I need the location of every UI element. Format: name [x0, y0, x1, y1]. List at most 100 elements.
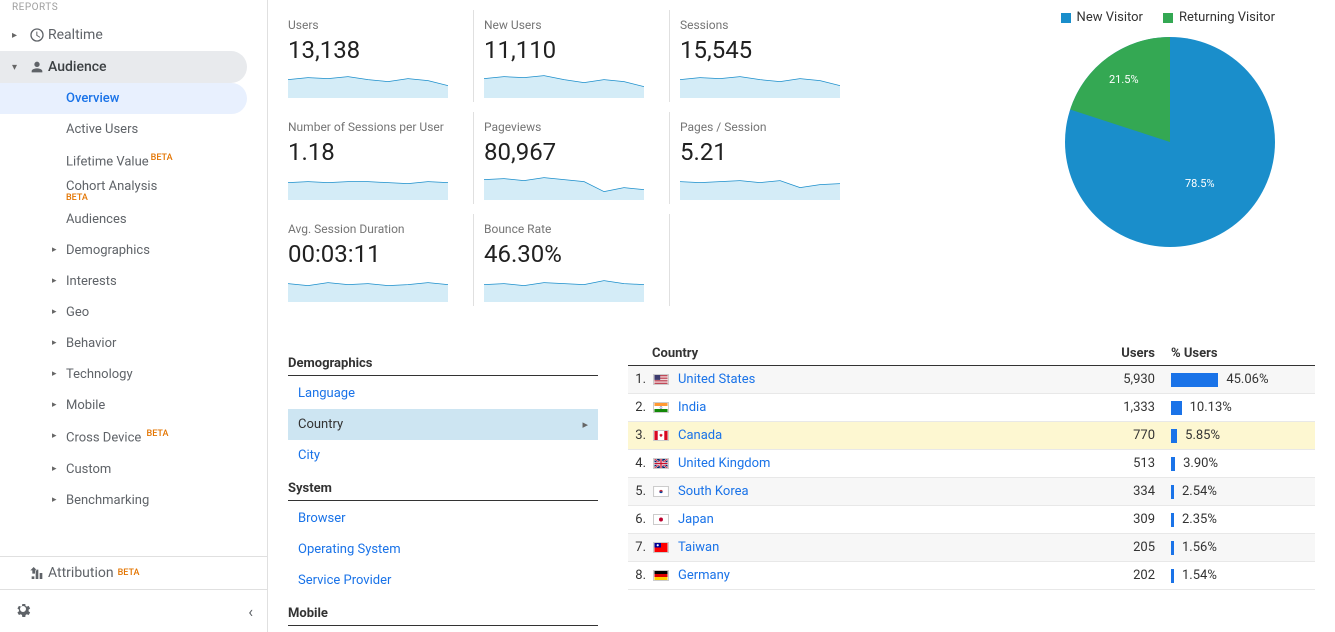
person-icon: [26, 59, 48, 75]
beta-badge: BETA: [151, 153, 173, 163]
pie-legend: New Visitor Returning Visitor: [1061, 10, 1275, 25]
pct-text: 1.54%: [1182, 568, 1217, 583]
mobile-header: Mobile: [288, 606, 598, 626]
users-value: 205: [1075, 540, 1155, 555]
table-row[interactable]: 8.Germany2021.54%: [628, 562, 1315, 590]
subnav-lifetime-value[interactable]: Lifetime ValueBETA: [0, 145, 267, 177]
metric-new-users[interactable]: New Users 11,110: [484, 10, 670, 102]
metric-value: 13,138: [288, 36, 461, 64]
country-name[interactable]: United States: [672, 372, 1075, 387]
subnav-overview[interactable]: Overview: [0, 83, 247, 114]
country-name[interactable]: Canada: [672, 428, 1075, 443]
pct-text: 5.85%: [1185, 428, 1220, 443]
table-row[interactable]: 7.Taiwan2051.56%: [628, 534, 1315, 562]
subnav-cohort-analysis[interactable]: Cohort AnalysisBETA: [0, 177, 267, 204]
pct-bar: [1171, 429, 1177, 443]
metric-users[interactable]: Users 13,138: [288, 10, 474, 102]
sparkline: [484, 170, 644, 200]
pct-bar: [1171, 513, 1174, 527]
metric-avg-duration[interactable]: Avg. Session Duration 00:03:11: [288, 214, 474, 306]
country-name[interactable]: Taiwan: [672, 540, 1075, 555]
metrics-grid: Users 13,138 New Users 11,110 Sessions 1…: [288, 10, 866, 306]
sparkline: [288, 68, 448, 98]
users-value: 1,333: [1075, 400, 1155, 415]
dim-country[interactable]: Country▸: [288, 409, 598, 440]
attribution-icon: [26, 565, 48, 581]
country-rows: 1.United States5,93045.06% 2. India1,333 10…: [628, 366, 1315, 590]
pct-text: 2.54%: [1182, 484, 1217, 499]
subnav-mobile[interactable]: Mobile: [0, 390, 267, 421]
gear-icon[interactable]: [14, 600, 32, 622]
chevron-right-icon: ▸: [12, 30, 24, 41]
nav-audience[interactable]: ▾ Audience: [0, 51, 247, 83]
table-row[interactable]: 3.Canada7705.85%: [628, 422, 1315, 450]
metric-pages-per-session[interactable]: Pages / Session 5.21: [680, 112, 866, 204]
dim-city[interactable]: City: [288, 440, 598, 471]
users-value: 309: [1075, 512, 1155, 527]
metric-bounce-rate[interactable]: Bounce Rate 46.30%: [484, 214, 670, 306]
metric-sessions[interactable]: Sessions 15,545: [680, 10, 866, 102]
subnav-custom[interactable]: Custom: [0, 454, 267, 485]
pct-text: 10.13%: [1190, 400, 1232, 415]
pct-cell: 45.06%: [1155, 372, 1315, 387]
legend-returning-visitor: Returning Visitor: [1163, 10, 1275, 25]
subnav-technology[interactable]: Technology: [0, 359, 267, 390]
subnav-interests[interactable]: Interests: [0, 266, 267, 297]
legend-color-box: [1163, 13, 1173, 23]
flag-icon: [650, 514, 672, 525]
pie-chart-panel: New Visitor Returning Visitor 21.5% 78.5…: [1061, 10, 1315, 247]
users-value: 5,930: [1075, 372, 1155, 387]
metric-pageviews[interactable]: Pageviews 80,967: [484, 112, 670, 204]
dim-os[interactable]: Operating System: [288, 534, 598, 565]
collapse-sidebar-button[interactable]: ‹: [248, 602, 253, 621]
sparkline: [484, 272, 644, 302]
dim-service-provider[interactable]: Service Provider: [288, 565, 598, 596]
metrics-row: Users 13,138 New Users 11,110 Sessions 1…: [288, 10, 1315, 306]
clock-icon: [26, 27, 48, 43]
metric-label: Pageviews: [484, 120, 657, 134]
table-row[interactable]: 6.Japan3092.35%: [628, 506, 1315, 534]
users-value: 513: [1075, 456, 1155, 471]
country-table: Country Users % Users 1.United States5,9…: [628, 346, 1315, 628]
country-name[interactable]: South Korea: [672, 484, 1075, 499]
sidebar-bottom: Attribution BETA: [0, 556, 267, 589]
nav-attribution[interactable]: Attribution BETA: [0, 557, 267, 589]
country-name[interactable]: Japan: [672, 512, 1075, 527]
subnav-cross-device[interactable]: Cross Device BETA: [0, 421, 267, 453]
pct-cell: 1.54%: [1155, 568, 1315, 583]
country-name[interactable]: Germany: [672, 568, 1075, 583]
sparkline: [680, 170, 840, 200]
country-name[interactable]: India: [672, 400, 1075, 415]
legend-ret-label: Returning Visitor: [1179, 10, 1275, 25]
row-rank: 7.: [628, 540, 650, 555]
row-rank: 2.: [628, 400, 650, 415]
dim-language[interactable]: Language: [288, 378, 598, 409]
table-row[interactable]: 4. United Kingdom513 3.90%: [628, 450, 1315, 478]
subnav-demographics[interactable]: Demographics: [0, 235, 267, 266]
metric-value: 1.18: [288, 138, 461, 166]
metric-sessions-per-user[interactable]: Number of Sessions per User 1.18: [288, 112, 474, 204]
nav-realtime[interactable]: ▸ Realtime: [0, 19, 267, 51]
dim-browser[interactable]: Browser: [288, 503, 598, 534]
subnav-active-users[interactable]: Active Users: [0, 114, 267, 145]
subnav-benchmarking[interactable]: Benchmarking: [0, 485, 267, 516]
subnav-audiences[interactable]: Audiences: [0, 204, 267, 235]
pct-text: 2.35%: [1182, 512, 1217, 527]
metric-label: Pages / Session: [680, 120, 854, 134]
subnav-geo[interactable]: Geo: [0, 297, 267, 328]
pie-slice-new-label: 78.5%: [1185, 177, 1215, 190]
sidebar: REPORTS ▸ Realtime ▾ Audience Overview A…: [0, 0, 268, 632]
pie-slice-ret-label: 21.5%: [1109, 73, 1139, 86]
row-rank: 4.: [628, 456, 650, 471]
metric-label: New Users: [484, 18, 657, 32]
table-row[interactable]: 1.United States5,93045.06%: [628, 366, 1315, 394]
users-value: 334: [1075, 484, 1155, 499]
table-row[interactable]: 5.South Korea3342.54%: [628, 478, 1315, 506]
subnav-behavior[interactable]: Behavior: [0, 328, 267, 359]
sidebar-footer: ‹: [0, 589, 267, 632]
pct-text: 3.90%: [1183, 456, 1218, 471]
country-name[interactable]: United Kingdom: [672, 456, 1075, 471]
row-rank: 3.: [628, 428, 650, 443]
beta-badge: BETA: [66, 194, 255, 202]
table-row[interactable]: 2. India1,333 10.13%: [628, 394, 1315, 422]
